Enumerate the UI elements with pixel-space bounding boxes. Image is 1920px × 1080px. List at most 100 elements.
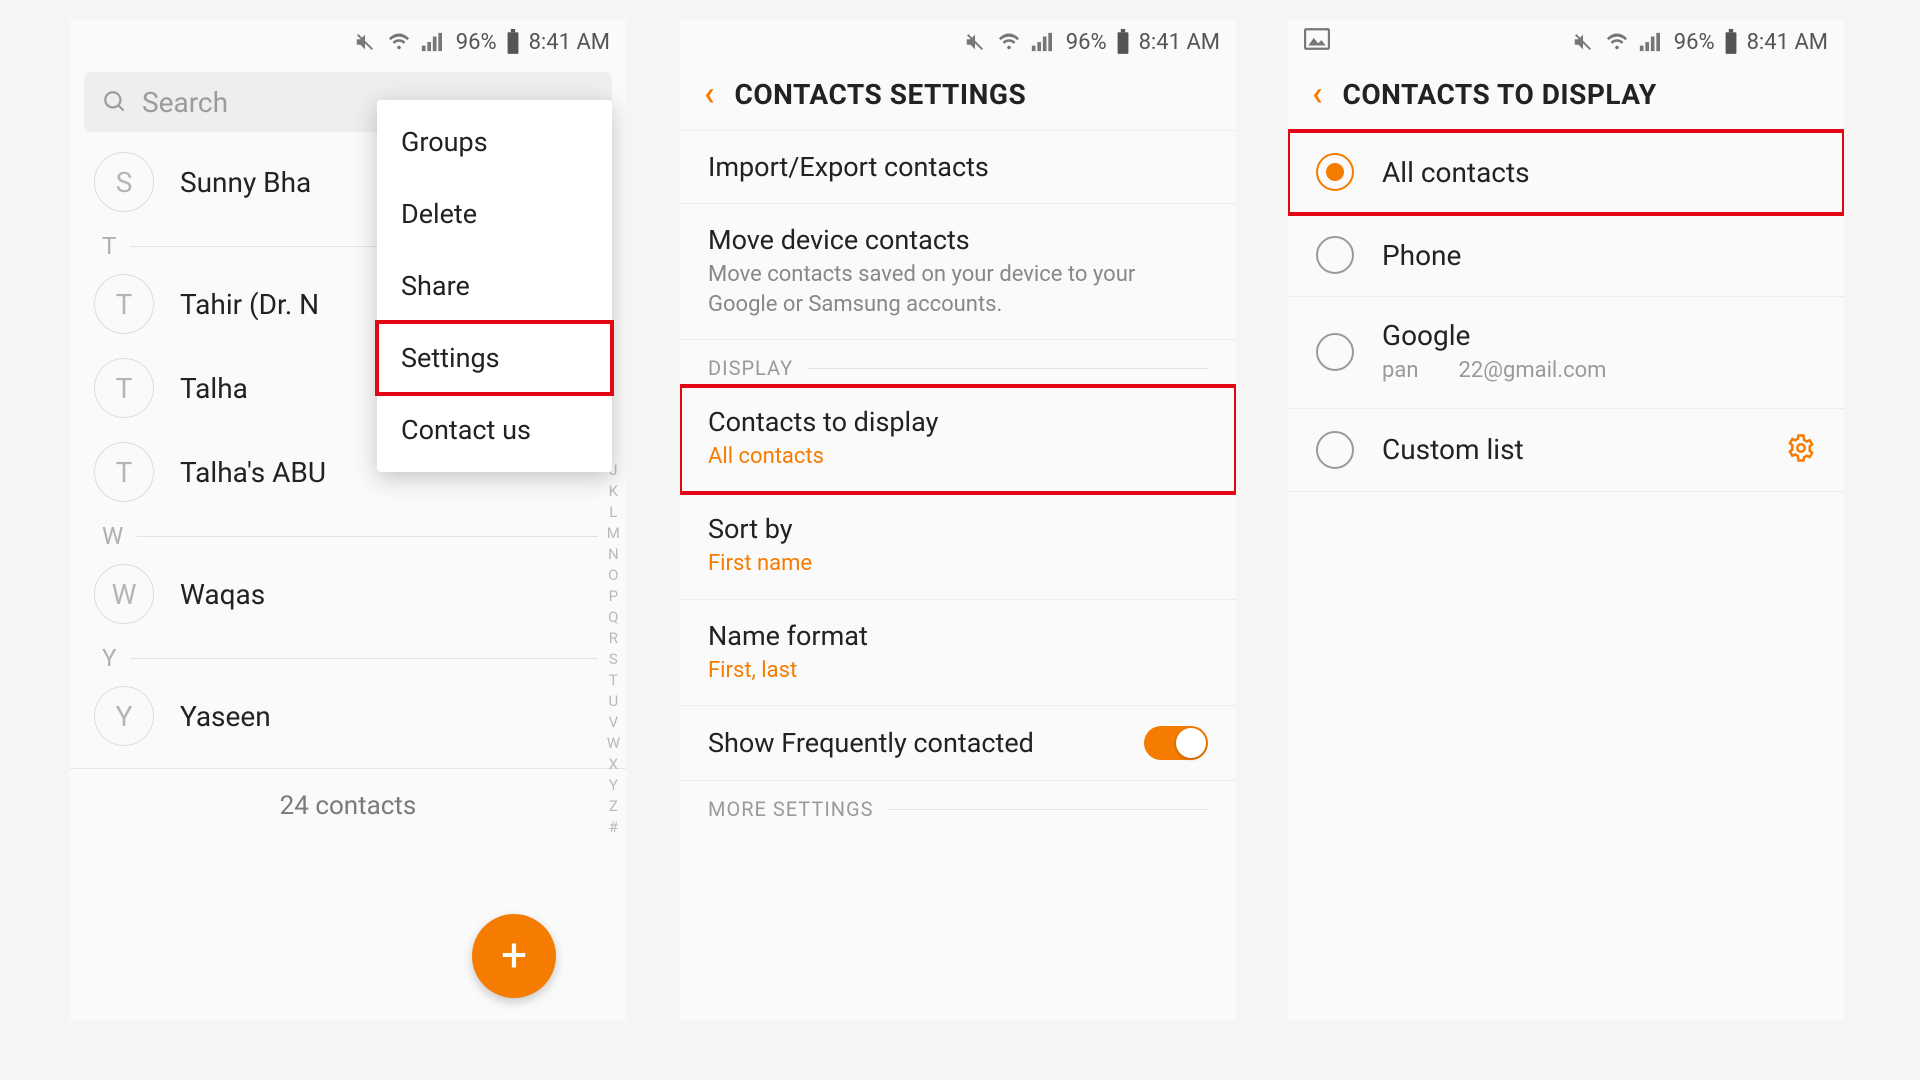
- contact-name: Tahir (Dr. N: [180, 288, 319, 321]
- radio-label: All contacts: [1382, 156, 1816, 189]
- contact-name: Talha's ABU: [180, 456, 326, 489]
- contact-name: Talha: [180, 372, 248, 405]
- menu-item-settings[interactable]: Settings: [377, 322, 612, 394]
- settings-row[interactable]: Contacts to displayAll contacts: [680, 386, 1236, 493]
- radio-row[interactable]: All contacts: [1288, 131, 1844, 214]
- contact-row[interactable]: WWaqas: [70, 552, 626, 636]
- mute-icon: [962, 31, 988, 53]
- radio-label: Phone: [1382, 239, 1816, 272]
- settings-list: Import/Export contacts Move device contac…: [680, 131, 1236, 827]
- wifi-icon: [996, 31, 1022, 53]
- radio-button[interactable]: [1316, 431, 1354, 469]
- alphabet-index[interactable]: JKLMNOPQRSTUVWXYZ#: [607, 460, 620, 838]
- radio-row[interactable]: Custom list: [1288, 409, 1844, 492]
- radio-label: Custom list: [1382, 433, 1758, 466]
- add-contact-fab[interactable]: +: [472, 914, 556, 998]
- clock-time: 8:41 AM: [1139, 30, 1220, 55]
- index-letter[interactable]: T: [607, 670, 620, 691]
- index-letter[interactable]: Z: [607, 796, 620, 817]
- settings-title: Show Frequently contacted: [708, 727, 1034, 759]
- radio-row[interactable]: Googlepan22@gmail.com: [1288, 297, 1844, 409]
- settings-row-frequent[interactable]: Show Frequently contacted: [680, 706, 1236, 781]
- settings-row[interactable]: Move device contacts Move contacts saved …: [680, 204, 1236, 340]
- index-letter[interactable]: M: [607, 523, 620, 544]
- section-label-more: MORE SETTINGS: [680, 781, 1236, 827]
- menu-item-delete[interactable]: Delete: [377, 178, 612, 250]
- contact-name: Yaseen: [180, 700, 271, 733]
- battery-icon: [1115, 29, 1131, 55]
- section-label-display: DISPLAY: [680, 340, 1236, 386]
- settings-sub: First, last: [708, 656, 1208, 686]
- status-bar: 96% 8:41 AM: [1288, 20, 1844, 64]
- radio-texts: Custom list: [1382, 433, 1758, 466]
- back-icon[interactable]: ‹: [704, 74, 715, 114]
- signal-icon: [1030, 31, 1052, 53]
- page-title: CONTACTS SETTINGS: [735, 78, 1027, 111]
- radio-texts: Phone: [1382, 239, 1816, 272]
- index-letter[interactable]: Y: [607, 775, 620, 796]
- settings-title: Move device contacts: [708, 224, 1208, 256]
- search-icon: [102, 89, 128, 115]
- settings-title: Sort by: [708, 513, 1208, 545]
- index-letter[interactable]: X: [607, 754, 620, 775]
- menu-item-share[interactable]: Share: [377, 250, 612, 322]
- radio-label: Google: [1382, 319, 1816, 352]
- index-letter[interactable]: L: [607, 502, 620, 523]
- avatar: T: [94, 442, 154, 502]
- radio-texts: Googlepan22@gmail.com: [1382, 319, 1816, 386]
- gallery-icon: [1304, 28, 1330, 50]
- wifi-icon: [1604, 31, 1630, 53]
- header: ‹ CONTACTS SETTINGS: [680, 64, 1236, 131]
- settings-sub: Move contacts saved on your device to yo…: [708, 260, 1208, 319]
- contact-count: 24 contacts: [70, 768, 626, 821]
- index-letter[interactable]: U: [607, 691, 620, 712]
- plus-icon: +: [501, 929, 527, 983]
- contact-row[interactable]: Y Yaseen: [70, 674, 626, 758]
- clock-time: 8:41 AM: [1747, 30, 1828, 55]
- phone-contacts-to-display: 96% 8:41 AM ‹ CONTACTS TO DISPLAY All co…: [1288, 20, 1844, 1020]
- settings-row[interactable]: Sort by First name: [680, 493, 1236, 600]
- index-letter[interactable]: W: [607, 733, 620, 754]
- radio-texts: All contacts: [1382, 156, 1816, 189]
- index-letter[interactable]: Q: [607, 607, 620, 628]
- signal-icon: [420, 31, 442, 53]
- radio-button[interactable]: [1316, 236, 1354, 274]
- menu-item-contact-us[interactable]: Contact us: [377, 394, 612, 466]
- back-icon[interactable]: ‹: [1312, 74, 1323, 114]
- settings-row[interactable]: Import/Export contacts: [680, 131, 1236, 204]
- index-letter[interactable]: O: [607, 565, 620, 586]
- battery-icon: [1723, 29, 1739, 55]
- avatar: Y: [94, 686, 154, 746]
- index-letter[interactable]: V: [607, 712, 620, 733]
- radio-row[interactable]: Phone: [1288, 214, 1844, 297]
- index-letter[interactable]: K: [607, 481, 620, 502]
- settings-row[interactable]: Name format First, last: [680, 600, 1236, 707]
- menu-item-groups[interactable]: Groups: [377, 106, 612, 178]
- index-letter[interactable]: R: [607, 628, 620, 649]
- index-letter[interactable]: N: [607, 544, 620, 565]
- avatar: S: [94, 152, 154, 212]
- avatar: T: [94, 274, 154, 334]
- avatar: W: [94, 564, 154, 624]
- wifi-icon: [386, 31, 412, 53]
- settings-title: Import/Export contacts: [708, 151, 1208, 183]
- settings-title: Contacts to display: [708, 406, 1208, 438]
- signal-icon: [1638, 31, 1660, 53]
- radio-button[interactable]: [1316, 153, 1354, 191]
- radio-button[interactable]: [1316, 333, 1354, 371]
- gear-icon[interactable]: [1786, 433, 1816, 467]
- radio-list: All contacts Phone Googlepan22@gmail.com Cu…: [1288, 131, 1844, 492]
- toggle-switch[interactable]: [1144, 726, 1208, 760]
- index-letter[interactable]: S: [607, 649, 620, 670]
- page-title: CONTACTS TO DISPLAY: [1343, 78, 1657, 111]
- mute-icon: [352, 31, 378, 53]
- settings-title: Name format: [708, 620, 1208, 652]
- mute-icon: [1570, 31, 1596, 53]
- settings-sub: First name: [708, 549, 1208, 579]
- battery-percent: 96%: [1066, 30, 1107, 55]
- overflow-menu: GroupsDeleteShareSettingsContact us: [377, 100, 612, 472]
- index-letter[interactable]: #: [607, 817, 620, 838]
- index-letter[interactable]: P: [607, 586, 620, 607]
- search-placeholder: Search: [142, 86, 228, 119]
- phone-contacts-list: 96% 8:41 AM Search SSunny BhaTTTahir (Dr…: [70, 20, 626, 1020]
